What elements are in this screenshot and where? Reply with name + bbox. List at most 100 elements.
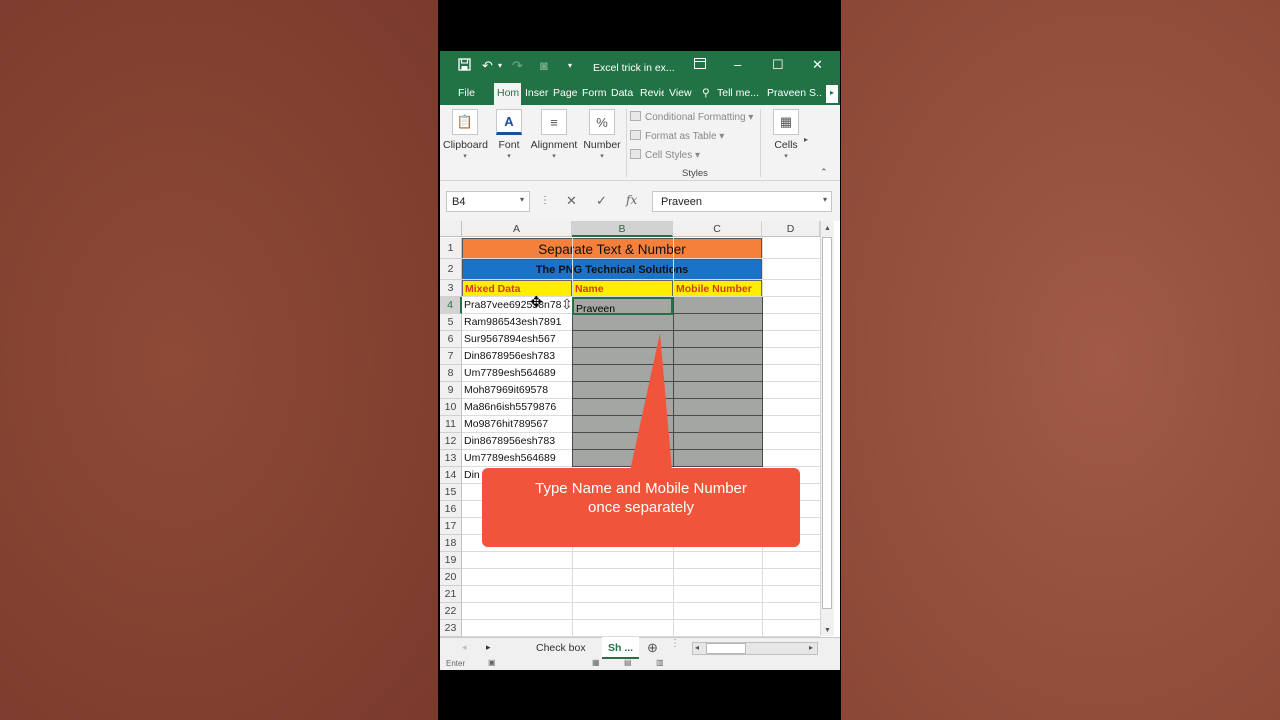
row-header-17[interactable]: 17 xyxy=(440,518,462,535)
mixed-data-cell[interactable]: Moh87969it69578 xyxy=(462,382,572,399)
customize-qat-icon[interactable]: ▾ xyxy=(568,61,572,70)
redo-icon[interactable]: ↷ xyxy=(512,58,523,74)
mixed-data-cell[interactable]: Din8678956esh783 xyxy=(462,348,572,365)
scroll-right-icon[interactable]: ▸ xyxy=(809,643,813,652)
scroll-left-icon[interactable]: ◂ xyxy=(695,643,699,652)
page-break-view-icon[interactable]: ▥ xyxy=(656,658,664,667)
scroll-up-icon[interactable]: ▲ xyxy=(824,225,831,232)
clipboard-group[interactable]: 📋 Clipboard ▾ xyxy=(443,109,488,160)
row-header-13[interactable]: 13 xyxy=(440,450,462,467)
row-header-18[interactable]: 18 xyxy=(440,535,462,552)
mixed-data-cell[interactable]: Sur9567894esh567 xyxy=(462,331,572,348)
row-header-12[interactable]: 12 xyxy=(440,433,462,450)
mixed-data-cell[interactable]: Mo9876hit789567 xyxy=(462,416,572,433)
row-header-6[interactable]: 6 xyxy=(440,331,462,348)
row-header-11[interactable]: 11 xyxy=(440,416,462,433)
cell-styles-button[interactable]: Cell Styles ▾ xyxy=(630,149,700,161)
row-gridline xyxy=(462,568,820,569)
ribbon-scroll-right-icon[interactable]: ▸ xyxy=(804,135,808,144)
row-header-7[interactable]: 7 xyxy=(440,348,462,365)
row-header-4[interactable]: 4 xyxy=(440,297,462,314)
row-header-21[interactable]: 21 xyxy=(440,586,462,603)
target-range[interactable] xyxy=(572,297,762,467)
add-sheet-icon[interactable]: ⊕ xyxy=(647,640,658,656)
undo-dropdown-icon[interactable]: ▾ xyxy=(498,61,502,70)
tab-review[interactable]: Revie xyxy=(640,87,664,99)
number-group[interactable]: % Number ▾ xyxy=(580,109,624,160)
horizontal-scroll-thumb[interactable] xyxy=(706,643,746,654)
mixed-data-cell[interactable]: Um7789esh564689 xyxy=(462,365,572,382)
chevron-down-icon: ▾ xyxy=(507,153,511,160)
row-header-1[interactable]: 1 xyxy=(440,238,462,259)
user-account[interactable]: Praveen S... xyxy=(767,87,821,99)
mixed-data-cell[interactable]: Din8678956esh783 xyxy=(462,433,572,450)
camera-icon[interactable]: ◙ xyxy=(540,58,548,73)
sheet-tab-check-box[interactable]: Check box xyxy=(530,637,592,659)
row-header-23[interactable]: 23 xyxy=(440,620,462,637)
minimize-icon[interactable]: – xyxy=(734,57,741,72)
header-mobile-number[interactable]: Mobile Number xyxy=(673,280,762,297)
insert-function-icon[interactable]: fx xyxy=(626,193,637,207)
next-sheet-icon[interactable]: ▸ xyxy=(486,642,491,653)
row-header-5[interactable]: 5 xyxy=(440,314,462,331)
mixed-data-cell[interactable]: Ram986543esh7891 xyxy=(462,314,572,331)
column-header-b[interactable]: B xyxy=(572,221,673,237)
page-layout-view-icon[interactable]: ▤ xyxy=(624,658,632,667)
row-header-3[interactable]: 3 xyxy=(440,280,462,297)
row-header-15[interactable]: 15 xyxy=(440,484,462,501)
sheet-title-cell[interactable]: Separate Text & Number xyxy=(462,238,762,259)
row-header-14[interactable]: 14 xyxy=(440,467,462,484)
cells-group[interactable]: ▦ Cells ▾ xyxy=(764,109,808,160)
maximize-icon[interactable]: ☐ xyxy=(772,57,784,73)
select-all-corner[interactable] xyxy=(440,221,462,237)
tab-home[interactable]: Hom xyxy=(494,83,521,105)
undo-icon[interactable]: ↶ xyxy=(482,58,493,74)
font-group[interactable]: A Font ▾ xyxy=(487,109,531,160)
tab-view[interactable]: View xyxy=(669,87,693,99)
scroll-down-icon[interactable]: ▼ xyxy=(824,627,831,634)
alignment-group[interactable]: ≡ Alignment ▾ xyxy=(529,109,579,160)
prev-sheet-icon[interactable]: ◂ xyxy=(462,642,467,653)
cancel-entry-icon[interactable]: ✕ xyxy=(566,193,577,209)
sheet-subtitle-cell[interactable]: The PNG Technical Solutions xyxy=(462,259,762,280)
column-header-c[interactable]: C xyxy=(673,221,762,237)
mixed-data-cell[interactable]: Pra87vee692558n78 xyxy=(462,297,572,314)
tab-data[interactable]: Data xyxy=(611,87,635,99)
name-box[interactable]: B4 ▾ xyxy=(446,191,530,212)
vertical-scroll-thumb[interactable] xyxy=(822,237,832,609)
save-icon[interactable] xyxy=(458,58,471,74)
close-icon[interactable]: ✕ xyxy=(812,57,823,73)
macro-record-icon[interactable]: ▣ xyxy=(488,658,496,667)
tab-insert[interactable]: Inser xyxy=(525,87,549,99)
row-header-8[interactable]: 8 xyxy=(440,365,462,382)
sheet-tab-active[interactable]: Sh ... xyxy=(602,637,640,659)
chevron-down-icon[interactable]: ▾ xyxy=(520,195,524,204)
collapse-ribbon-icon[interactable]: ⌃ xyxy=(820,167,828,178)
row-header-9[interactable]: 9 xyxy=(440,382,462,399)
normal-view-icon[interactable]: ▦ xyxy=(592,658,600,667)
formula-input[interactable]: Praveen ▾ xyxy=(652,191,832,212)
conditional-formatting-button[interactable]: Conditional Formatting ▾ xyxy=(630,111,753,123)
header-mixed-data[interactable]: Mixed Data xyxy=(462,280,572,297)
header-name[interactable]: Name xyxy=(572,280,673,297)
tab-page-layout[interactable]: Page xyxy=(553,87,577,99)
active-cell-b4[interactable]: Praveen xyxy=(572,297,673,315)
mixed-data-cell[interactable]: Ma86n6ish5579876 xyxy=(462,399,572,416)
row-header-2[interactable]: 2 xyxy=(440,259,462,280)
confirm-entry-icon[interactable]: ✓ xyxy=(596,193,607,209)
tab-file[interactable]: File xyxy=(458,87,475,99)
tell-me-search[interactable]: Tell me... xyxy=(717,87,759,99)
column-header-d[interactable]: D xyxy=(762,221,820,237)
row-header-22[interactable]: 22 xyxy=(440,603,462,620)
row-header-10[interactable]: 10 xyxy=(440,399,462,416)
row-header-19[interactable]: 19 xyxy=(440,552,462,569)
column-header-a[interactable]: A xyxy=(462,221,572,237)
tab-formulas[interactable]: Form xyxy=(582,87,606,99)
row-header-16[interactable]: 16 xyxy=(440,501,462,518)
mixed-data-cell[interactable]: Um7789esh564689 xyxy=(462,450,572,467)
format-as-table-button[interactable]: Format as Table ▾ xyxy=(630,130,724,142)
expand-formula-icon[interactable]: ▾ xyxy=(823,195,827,204)
row-header-20[interactable]: 20 xyxy=(440,569,462,586)
tabs-scroll-right-icon[interactable]: ▸ xyxy=(826,85,838,103)
ribbon-display-icon[interactable] xyxy=(694,57,706,72)
